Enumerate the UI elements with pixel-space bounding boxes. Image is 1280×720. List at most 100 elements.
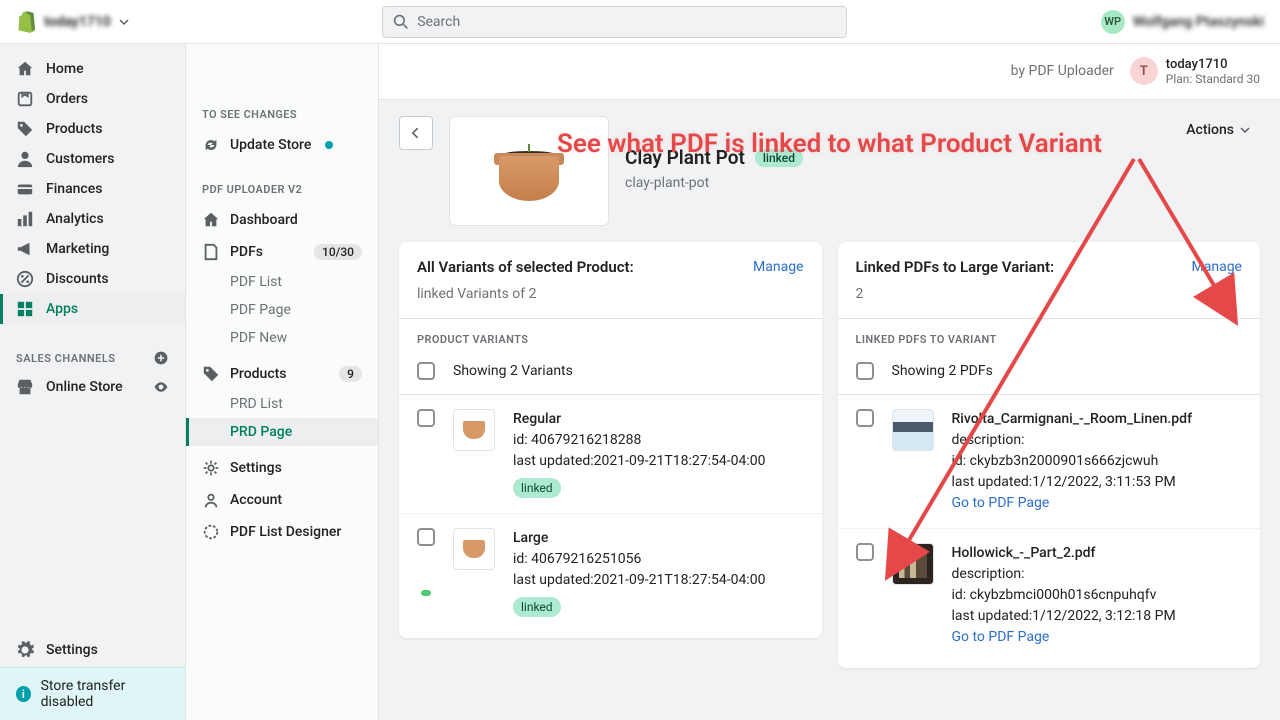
app-nav-pdfs[interactable]: PDFs 10/30 <box>186 236 378 268</box>
sidebar-item-label: Online Store <box>46 379 123 395</box>
annotation-callout: See what PDF is linked to what Product V… <box>557 129 1102 159</box>
manage-link[interactable]: Manage <box>753 259 803 275</box>
sidebar-item-home[interactable]: Home <box>0 54 185 84</box>
sidebar-item-apps[interactable]: Apps <box>0 294 185 324</box>
showing-text: Showing 2 PDFs <box>892 363 993 379</box>
manage-link[interactable]: Manage <box>1192 259 1242 275</box>
sidebar-item-marketing[interactable]: Marketing <box>0 234 185 264</box>
shopify-logo-icon <box>16 11 36 33</box>
card-title: All Variants of selected Product: <box>417 258 634 276</box>
app-nav-account[interactable]: Account <box>186 484 378 516</box>
user-menu[interactable]: WP Wolfgang Ptaszynski <box>1101 10 1264 34</box>
active-indicator-dot <box>421 590 431 596</box>
app-section-header: PDF UPLOADER V2 <box>186 175 378 204</box>
pdf-id: id: ckybzb3n2000901s666zjcwuh <box>952 451 1243 472</box>
sidebar-item-online-store[interactable]: Online Store <box>0 372 185 402</box>
designer-icon <box>202 523 220 541</box>
person-icon <box>16 150 34 168</box>
transfer-disabled-banner: i Store transfer disabled <box>0 667 185 720</box>
go-to-pdf-link[interactable]: Go to PDF Page <box>952 493 1243 514</box>
app-nav-label: Products <box>230 366 287 382</box>
tag-icon <box>16 120 34 138</box>
go-to-pdf-link[interactable]: Go to PDF Page <box>952 627 1243 648</box>
sidebar-item-label: Finances <box>46 181 102 197</box>
search-input[interactable]: Search <box>382 6 847 38</box>
plan-name: today1710 <box>1166 57 1260 73</box>
section-label: LINKED PDFS TO VARIANT <box>838 318 1261 354</box>
pdf-name: Hollowick_-_Part_2.pdf <box>952 543 1243 564</box>
sidebar-item-orders[interactable]: Orders <box>0 84 185 114</box>
select-all-checkbox[interactable] <box>417 362 435 380</box>
showing-text: Showing 2 Variants <box>453 363 573 379</box>
sidebar-item-settings[interactable]: Settings <box>0 633 185 667</box>
logo-area[interactable]: today1710 <box>16 11 129 33</box>
app-nav-dashboard[interactable]: Dashboard <box>186 204 378 236</box>
avatar: WP <box>1101 10 1125 34</box>
count-badge: 9 <box>339 366 362 382</box>
count-badge: 10/30 <box>314 244 362 260</box>
pdf-id: id: ckybzbmci000h01s6cnpuhqfv <box>952 585 1243 606</box>
app-nav-pdf-page[interactable]: PDF Page <box>186 296 378 324</box>
plan-info[interactable]: T today1710 Plan: Standard 30 <box>1130 57 1260 87</box>
chevron-down-icon <box>1240 125 1250 135</box>
apps-icon <box>16 300 34 318</box>
eye-icon[interactable] <box>153 379 169 395</box>
sidebar-item-label: Apps <box>46 301 78 317</box>
row-checkbox[interactable] <box>856 409 874 427</box>
app-nav-settings[interactable]: Settings <box>186 452 378 484</box>
finances-icon <box>16 180 34 198</box>
app-nav-products[interactable]: Products 9 <box>186 358 378 390</box>
banner-text: Store transfer disabled <box>41 678 169 710</box>
app-nav-prd-page[interactable]: PRD Page <box>186 418 378 446</box>
sidebar-item-label: Settings <box>46 642 98 658</box>
pdf-thumbnail <box>892 409 934 451</box>
search-placeholder: Search <box>417 14 460 30</box>
orders-icon <box>16 90 34 108</box>
sidebar-item-customers[interactable]: Customers <box>0 144 185 174</box>
sidebar-item-products[interactable]: Products <box>0 114 185 144</box>
gear-icon <box>16 641 34 659</box>
page-icon <box>202 243 220 261</box>
app-nav-label: PDF List Designer <box>230 524 341 540</box>
sidebar-item-finances[interactable]: Finances <box>0 174 185 204</box>
variant-thumbnail <box>453 528 495 570</box>
select-all-checkbox[interactable] <box>856 362 874 380</box>
app-nav-pdf-list[interactable]: PDF List <box>186 268 378 296</box>
sidebar-item-discounts[interactable]: Discounts <box>0 264 185 294</box>
app-nav-label: Update Store <box>230 137 311 153</box>
row-checkbox[interactable] <box>417 528 435 546</box>
pdf-row: Hollowick_-_Part_2.pdf description: id: … <box>838 529 1261 668</box>
info-icon: i <box>16 686 31 702</box>
card-subtitle: linked Variants of 2 <box>399 276 822 318</box>
store-name: today1710 <box>44 14 111 30</box>
variant-updated: last updated:2021-09-21T18:27:54-04:00 <box>513 451 804 472</box>
linked-pdfs-card: Linked PDFs to Large Variant: Manage 2 L… <box>838 242 1261 668</box>
card-title: Linked PDFs to Large Variant: <box>856 258 1055 276</box>
sidebar: Home Orders Products Customers Finances … <box>0 44 186 720</box>
actions-button[interactable]: Actions <box>1176 116 1260 144</box>
pdf-updated: last updated:1/12/2022, 3:11:53 PM <box>952 472 1243 493</box>
user-name: Wolfgang Ptaszynski <box>1133 14 1264 30</box>
sidebar-item-label: Home <box>46 61 84 77</box>
card-subtitle: 2 <box>838 276 1261 318</box>
sidebar-item-label: Marketing <box>46 241 109 257</box>
app-nav-update-store[interactable]: Update Store <box>186 129 378 161</box>
app-by-text: by PDF Uploader <box>1011 63 1114 79</box>
plan-avatar: T <box>1130 57 1158 85</box>
app-nav-pdf-new[interactable]: PDF New <box>186 324 378 352</box>
section-label: PRODUCT VARIANTS <box>399 318 822 354</box>
app-nav-designer[interactable]: PDF List Designer <box>186 516 378 548</box>
product-slug: clay-plant-pot <box>625 175 803 191</box>
row-checkbox[interactable] <box>856 543 874 561</box>
plus-icon[interactable] <box>153 350 169 366</box>
actions-label: Actions <box>1186 122 1234 138</box>
app-nav-prd-list[interactable]: PRD List <box>186 390 378 418</box>
app-nav-label: Account <box>230 492 282 508</box>
pdf-description: description: <box>952 430 1243 451</box>
home-icon <box>16 60 34 78</box>
app-nav-label: Settings <box>230 460 282 476</box>
back-button[interactable] <box>399 116 433 150</box>
section-label: SALES CHANNELS <box>16 352 116 365</box>
sidebar-item-analytics[interactable]: Analytics <box>0 204 185 234</box>
row-checkbox[interactable] <box>417 409 435 427</box>
